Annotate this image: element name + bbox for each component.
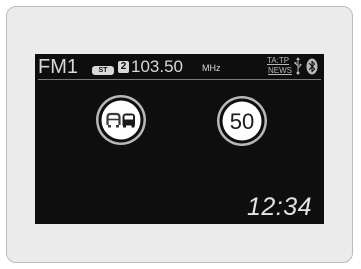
status-divider: [38, 79, 321, 80]
news-indicator: NEWS: [268, 66, 292, 75]
band-label: FM1: [38, 56, 78, 78]
frequency-unit: MHz: [202, 63, 221, 73]
frequency-value: 103.50: [131, 57, 183, 76]
no-overtaking-sign-icon: [96, 95, 146, 145]
status-bar: FM1 ST 2 103.50 MHz TA:TP NEWS: [35, 54, 324, 80]
speed-limit-sign-icon: 50: [217, 96, 267, 146]
stereo-badge: ST: [92, 66, 114, 75]
clock: 12:34: [246, 193, 312, 221]
ta-tp-indicator: TA:TP: [267, 56, 290, 65]
usb-icon: [294, 57, 302, 75]
speed-limit-value: 50: [230, 109, 254, 134]
preset-number-badge: 2: [118, 61, 129, 73]
bluetooth-icon: [306, 58, 318, 75]
audio-display-screen: FM1 ST 2 103.50 MHz TA:TP NEWS 50 12:34: [35, 54, 324, 224]
